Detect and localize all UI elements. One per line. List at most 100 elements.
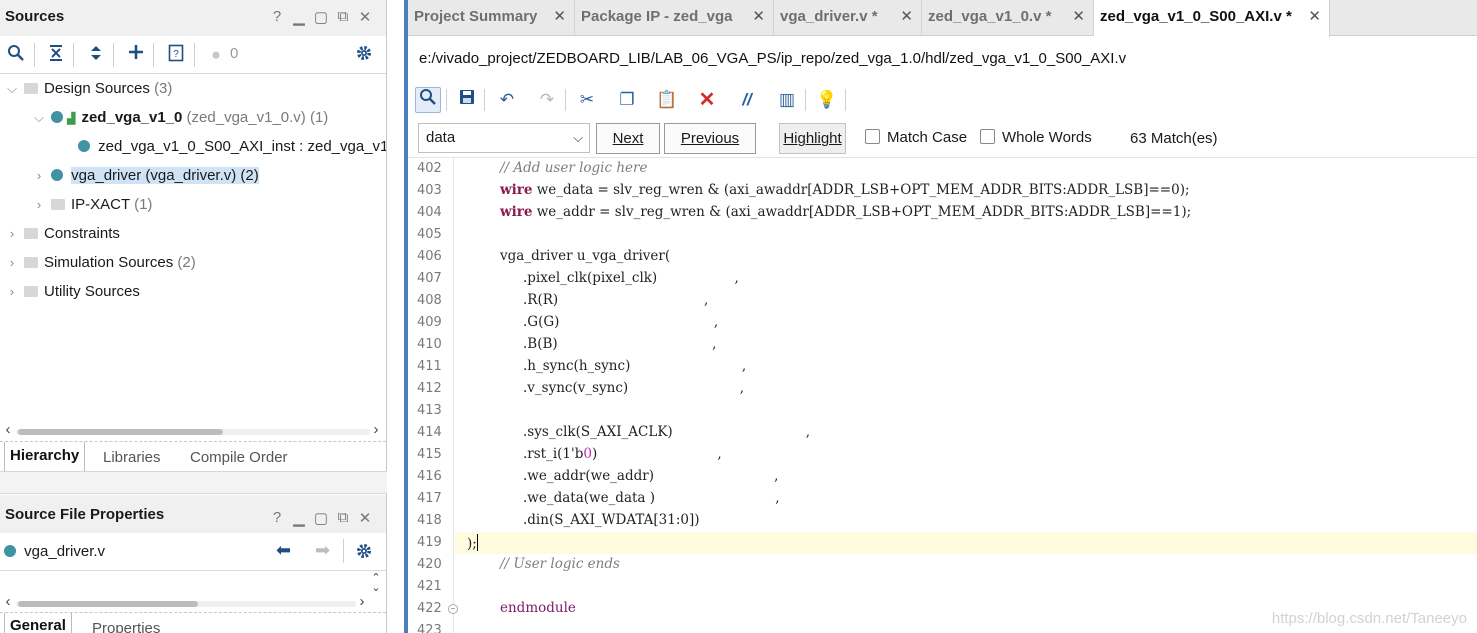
code-editor[interactable]: 402 403 404 405 406 407 408 409 410 411 … xyxy=(408,157,1477,633)
next-button[interactable]: Next xyxy=(596,123,660,154)
whole-words-checkbox[interactable]: Whole Words xyxy=(980,129,1092,146)
code-line-417: .we_data(we_data ) , xyxy=(523,490,780,506)
properties-vertical-scrollbar[interactable]: ⌃ ⌄ xyxy=(369,573,383,595)
tab-label: vga_driver.v * xyxy=(780,8,878,25)
cut-icon[interactable]: ✂ xyxy=(574,87,600,113)
properties-toolbar: vga_driver.v ⬅ ➡ xyxy=(0,533,386,571)
gear-icon[interactable] xyxy=(355,542,373,564)
editor-tab-bar: Project Summary ✕ Package IP - zed_vga ✕ v… xyxy=(408,0,1477,37)
main-splitter[interactable] xyxy=(387,0,404,633)
help-icon[interactable]: ? xyxy=(266,8,288,26)
chevron-down-icon[interactable]: ⌵ xyxy=(33,106,45,130)
match-case-label: Match Case xyxy=(887,129,968,146)
close-tab-icon[interactable]: ✕ xyxy=(553,0,566,34)
float-icon[interactable]: ⧉ xyxy=(332,8,354,26)
help-doc-icon[interactable]: ? xyxy=(165,44,187,66)
properties-window-controls: ? ▁ ▢ ⧉ ✕ xyxy=(266,509,376,527)
float-icon[interactable]: ⧉ xyxy=(332,509,354,527)
properties-horizontal-scrollbar[interactable]: ‹ › xyxy=(0,593,372,610)
scroll-right-icon[interactable]: › xyxy=(369,421,383,438)
code-line-409: .G(G) , xyxy=(523,314,719,330)
code-line-414: .sys_clk(S_AXI_ACLK) , xyxy=(523,424,811,440)
tab-label: zed_vga_v1_0_S00_AXI.v * xyxy=(1100,8,1292,25)
chevron-right-icon[interactable]: › xyxy=(33,193,45,217)
tab-libraries[interactable]: Libraries xyxy=(103,449,161,466)
minimize-icon[interactable]: ▁ xyxy=(288,509,310,527)
sources-tree: ⌵ Design Sources (3) ⌵ ▟ zed_vga_v1_0 (ze… xyxy=(0,74,386,424)
close-tab-icon[interactable]: ✕ xyxy=(900,0,913,34)
search-icon[interactable] xyxy=(5,44,27,66)
scroll-right-icon[interactable]: › xyxy=(355,593,369,610)
close-tab-icon[interactable]: ✕ xyxy=(752,0,765,34)
chevron-right-icon[interactable]: › xyxy=(6,222,18,246)
pane-splitter[interactable] xyxy=(0,471,387,494)
tab-vga-driver[interactable]: vga_driver.v * ✕ xyxy=(774,0,922,36)
tab-package-ip[interactable]: Package IP - zed_vga ✕ xyxy=(575,0,774,36)
find-icon[interactable] xyxy=(415,87,441,113)
close-tab-icon[interactable]: ✕ xyxy=(1072,0,1085,34)
chevron-down-icon[interactable]: ⌵ xyxy=(6,77,18,101)
scroll-thumb[interactable] xyxy=(18,601,198,607)
forward-arrow-icon[interactable]: ➡ xyxy=(315,540,330,561)
chevron-right-icon[interactable]: › xyxy=(33,164,45,188)
fold-toggle-icon[interactable]: − xyxy=(448,604,458,614)
match-case-checkbox[interactable]: Match Case xyxy=(865,129,967,146)
gear-icon[interactable] xyxy=(353,44,375,66)
help-icon[interactable]: ? xyxy=(266,509,288,527)
toggle-comment-icon[interactable]: // xyxy=(734,87,760,113)
scroll-thumb[interactable] xyxy=(18,429,223,435)
tab-zed-vga-top[interactable]: zed_vga_v1_0.v * ✕ xyxy=(922,0,1094,36)
copy-icon[interactable]: ❐ xyxy=(614,87,640,113)
checkbox-box[interactable] xyxy=(980,129,995,144)
code-line-419: ); xyxy=(467,534,478,552)
paste-icon[interactable]: 📋 xyxy=(654,87,680,113)
lightbulb-icon[interactable]: 💡 xyxy=(814,87,840,113)
maximize-icon[interactable]: ▢ xyxy=(310,509,332,527)
column-select-icon[interactable]: ▥ xyxy=(774,87,800,113)
file-dot-icon xyxy=(4,545,16,557)
tab-general[interactable]: General xyxy=(4,613,72,633)
properties-title: Source File Properties xyxy=(5,506,165,523)
tree-label: Simulation Sources xyxy=(44,254,174,271)
checkbox-box[interactable] xyxy=(865,129,880,144)
tab-compile-order[interactable]: Compile Order xyxy=(190,449,288,466)
delete-icon[interactable]: ✕ xyxy=(694,87,720,113)
folder-icon xyxy=(24,228,38,239)
close-icon[interactable]: ✕ xyxy=(354,509,376,527)
line-number: 419 xyxy=(417,535,442,550)
save-icon[interactable] xyxy=(454,87,480,113)
tree-count: (2) xyxy=(177,254,196,271)
scroll-left-icon[interactable]: ‹ xyxy=(1,593,15,610)
tab-properties[interactable]: Properties xyxy=(92,620,160,633)
maximize-icon[interactable]: ▢ xyxy=(310,8,332,26)
sources-header: Sources ? ▁ ▢ ⧉ ✕ xyxy=(0,0,386,36)
previous-button[interactable]: Previous xyxy=(664,123,756,154)
find-input[interactable]: data ⌵ xyxy=(418,123,590,153)
chevron-right-icon[interactable]: › xyxy=(6,280,18,304)
chevron-right-icon[interactable]: › xyxy=(6,251,18,275)
line-number: 403 xyxy=(417,183,442,198)
tab-zed-vga-s00-axi[interactable]: zed_vga_v1_0_S00_AXI.v * ✕ xyxy=(1094,0,1330,37)
tab-project-summary[interactable]: Project Summary ✕ xyxy=(408,0,575,36)
code-line-415: .rst_i(1'b0) , xyxy=(523,446,722,462)
tree-item-axi-inst[interactable]: zed_vga_v1_0_S00_AXI_inst : zed_vga_v1_ xyxy=(78,135,386,159)
minimize-icon[interactable]: ▁ xyxy=(288,8,310,26)
tab-hierarchy[interactable]: Hierarchy xyxy=(4,442,86,472)
tree-horizontal-scrollbar[interactable]: ‹ › xyxy=(0,421,386,438)
line-number: 411 xyxy=(417,359,442,374)
undo-icon[interactable]: ↶ xyxy=(494,87,520,113)
whole-words-label: Whole Words xyxy=(1002,129,1092,146)
back-arrow-icon[interactable]: ⬅ xyxy=(276,540,291,561)
expand-all-icon[interactable] xyxy=(85,44,107,66)
close-tab-icon[interactable]: ✕ xyxy=(1308,0,1321,34)
collapse-all-icon[interactable] xyxy=(45,44,67,66)
scroll-left-icon[interactable]: ‹ xyxy=(1,421,15,438)
code-line-416: .we_addr(we_addr) , xyxy=(523,468,779,484)
line-number: 417 xyxy=(417,491,442,506)
line-number: 410 xyxy=(417,337,442,352)
close-icon[interactable]: ✕ xyxy=(354,8,376,26)
redo-icon[interactable]: ↷ xyxy=(534,87,560,113)
highlight-button[interactable]: Highlight xyxy=(779,123,846,154)
add-sources-icon[interactable] xyxy=(125,44,147,66)
chevron-down-icon[interactable]: ⌵ xyxy=(573,124,583,152)
